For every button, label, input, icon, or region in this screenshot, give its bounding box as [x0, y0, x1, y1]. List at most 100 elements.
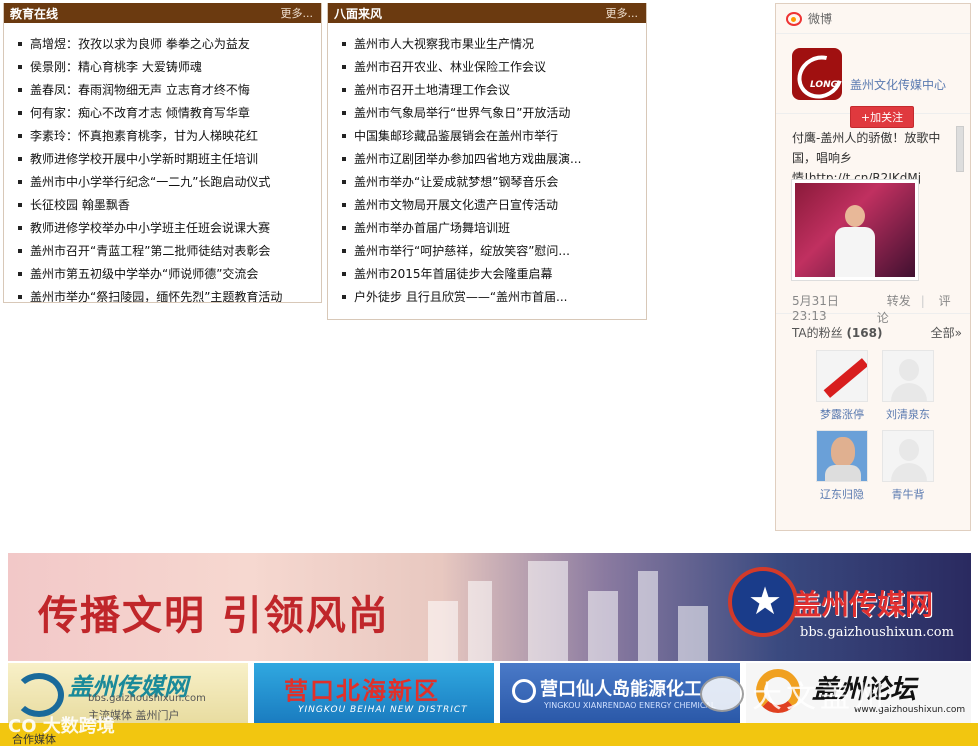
- avatar[interactable]: LONG: [792, 48, 842, 100]
- fan-item[interactable]: 梦露涨停: [814, 350, 870, 422]
- weibo-header-label: 微博: [808, 12, 833, 26]
- news-item[interactable]: 盖州市2015年首届徒步大会隆重启幕: [338, 263, 646, 286]
- edu-news-item[interactable]: 盖州市举办“祭扫陵园，缅怀先烈”主题教育活动: [14, 286, 321, 303]
- weibo-logo-icon: [786, 11, 802, 26]
- banner-slogan: 传播文明 引领风尚: [38, 592, 390, 639]
- news-item-text: 长征校园 翰墨飘香: [30, 198, 130, 212]
- edu-news-item[interactable]: 盖春凤：春雨润物细无声 立志育才终不悔: [14, 79, 321, 102]
- edu-news-item[interactable]: 何有家：痴心不改育才志 倾情教育写华章: [14, 102, 321, 125]
- bullet-icon: [342, 64, 346, 69]
- bullet-icon: [18, 271, 22, 276]
- edu-panel: 教育在线 更多... 高增煜：孜孜以求为良师 拳拳之心为益友 侯景刚：精心育桃李 …: [3, 3, 322, 303]
- weibo-post: 付鹰-盖州人的骄傲！放歌中国，唱响乡情!http://t.cn/R2JKdMj …: [776, 114, 970, 325]
- news-item-text: 盖州市举办首届广场舞培训班: [354, 221, 511, 235]
- edu-news-item[interactable]: 盖州市召开“青蓝工程”第二批师徒结对表彰会: [14, 240, 321, 263]
- news-item-text: 中国集邮珍藏品鉴展销会在盖州市举行: [354, 129, 559, 143]
- edu-news-item[interactable]: 盖州市中小学举行纪念“一二九”长跑启动仪式: [14, 171, 321, 194]
- news-item[interactable]: 盖州市人大视察我市果业生产情况: [338, 33, 646, 56]
- news-item[interactable]: 户外徒步 且行且欣赏——“盖州市首届...: [338, 286, 646, 309]
- post-image[interactable]: [791, 179, 919, 281]
- news-item[interactable]: 盖州市召开土地清理工作会议: [338, 79, 646, 102]
- weibo-header: 微博: [776, 4, 970, 34]
- weibo-profile: LONG 盖州文化传媒中心 +加关注: [776, 34, 970, 128]
- news-item[interactable]: 盖州市举办“让爱成就梦想”钢琴音乐会: [338, 171, 646, 194]
- news-item-text: 盖州市2015年首届徒步大会隆重启幕: [354, 267, 553, 281]
- edu-news-item[interactable]: 高增煜：孜孜以求为良师 拳拳之心为益友: [14, 33, 321, 56]
- edu-news-item[interactable]: 长征校园 翰墨飘香: [14, 194, 321, 217]
- post-time: 5月31日 23:13: [792, 294, 839, 323]
- partner-link-beihai[interactable]: 营口北海新区 YINGKOU BEIHAI NEW DISTRICT: [254, 663, 494, 723]
- news-item-text: 盖州市举办“让爱成就梦想”钢琴音乐会: [354, 175, 559, 189]
- bullet-icon: [342, 225, 346, 230]
- post-scrollbar[interactable]: [956, 126, 964, 172]
- partner-title: 营口仙人岛能源化工: [540, 679, 702, 700]
- news-panel-header: 八面来风 更多...: [328, 3, 646, 23]
- fans-label: TA的粉丝: [792, 325, 843, 340]
- fan-avatar: [816, 350, 868, 402]
- chat-bubble-icon: [700, 676, 744, 712]
- edu-news-item[interactable]: 侯景刚：精心育桃李 大爱铸师魂: [14, 56, 321, 79]
- partner-url: bbs.gaizhoushixun.com: [88, 693, 206, 704]
- singer-figure: [835, 205, 875, 277]
- fan-avatar: [882, 430, 934, 482]
- fan-item[interactable]: 辽东归隐: [814, 430, 870, 502]
- news-item[interactable]: 盖州市文物局开展文化遗产日宣传活动: [338, 194, 646, 217]
- bullet-icon: [18, 156, 22, 161]
- bullet-icon: [342, 87, 346, 92]
- news-item-text: 盖州市第五初级中学举办“师说师德”交流会: [30, 267, 259, 281]
- fans-count: (168): [846, 325, 883, 340]
- bullet-icon: [18, 179, 22, 184]
- news-item[interactable]: 盖州市气象局举行“世界气象日”开放活动: [338, 102, 646, 125]
- banner-brand: 盖州传媒网: [793, 588, 934, 621]
- bullet-icon: [18, 87, 22, 92]
- fan-name: 刘清泉东: [886, 408, 930, 421]
- fan-item[interactable]: 青牛背: [880, 430, 936, 502]
- edu-news-item[interactable]: 盖州市第五初级中学举办“师说师德”交流会: [14, 263, 321, 286]
- fan-name: 青牛背: [891, 488, 925, 501]
- media-banner[interactable]: 传播文明 引领风尚 盖州传媒网 bbs.gaizhoushixun.com: [8, 553, 971, 661]
- bullet-icon: [342, 133, 346, 138]
- edu-more-link[interactable]: 更多...: [281, 5, 314, 21]
- bullet-icon: [342, 110, 346, 115]
- news-item-text: 李素玲：怀真抱素育桃李，甘为人梯映花红: [30, 129, 259, 143]
- news-item-text: 盖州市举行“呵护慈祥，绽放笑容”慰问...: [354, 244, 570, 258]
- edu-news-item[interactable]: 李素玲：怀真抱素育桃李，甘为人梯映花红: [14, 125, 321, 148]
- edu-news-list: 高增煜：孜孜以求为良师 拳拳之心为益友 侯景刚：精心育桃李 大爱铸师魂 盖春凤：春雨…: [4, 23, 321, 303]
- news-item-text: 何有家：痴心不改育才志 倾情教育写华章: [30, 106, 250, 120]
- bullet-icon: [18, 294, 22, 299]
- news-list: 盖州市人大视察我市果业生产情况 盖州市召开农业、林业保险工作会议 盖州市召开土地清理…: [328, 23, 646, 309]
- news-item-text: 盖州市文物局开展文化遗产日宣传活动: [354, 198, 559, 212]
- bullet-icon: [18, 248, 22, 253]
- edu-panel-title: 教育在线: [10, 6, 59, 21]
- bullet-icon: [18, 225, 22, 230]
- post-meta: 5月31日 23:13 转发 | 评论: [792, 292, 962, 326]
- bullet-icon: [18, 202, 22, 207]
- news-more-link[interactable]: 更多...: [606, 5, 639, 21]
- partner-subtitle: YINGKOU BEIHAI NEW DISTRICT: [298, 705, 468, 715]
- edu-news-item[interactable]: 教师进修学校开展中小学新时期班主任培训: [14, 148, 321, 171]
- news-item[interactable]: 盖州市辽剧团举办参加四省地方戏曲展演...: [338, 148, 646, 171]
- bottom-watermark: CO 大数跨境: [8, 716, 115, 737]
- separator: |: [920, 294, 925, 308]
- news-item[interactable]: 盖州市举办首届广场舞培训班: [338, 217, 646, 240]
- star-logo-icon: [728, 567, 798, 637]
- fans-all-link[interactable]: 全部»: [931, 324, 962, 341]
- edu-news-item[interactable]: 教师进修学校举办中小学班主任班会说课大赛: [14, 217, 321, 240]
- avatar-text: LONG: [810, 80, 838, 90]
- news-item[interactable]: 中国集邮珍藏品鉴展销会在盖州市举行: [338, 125, 646, 148]
- repost-link[interactable]: 转发: [887, 294, 911, 308]
- news-item[interactable]: 盖州市举行“呵护慈祥，绽放笑容”慰问...: [338, 240, 646, 263]
- bullet-icon: [342, 248, 346, 253]
- footer-strip: [0, 723, 978, 746]
- bullet-icon: [342, 156, 346, 161]
- news-panel-title: 八面来风: [334, 6, 383, 21]
- weibo-widget: 微博 LONG 盖州文化传媒中心 +加关注 付鹰-盖州人的骄傲！放歌中国，唱响乡…: [775, 3, 971, 531]
- bullet-icon: [18, 110, 22, 115]
- swirl-logo-icon: [14, 673, 64, 717]
- fan-item[interactable]: 刘清泉东: [880, 350, 936, 422]
- account-name[interactable]: 盖州文化传媒中心: [850, 76, 946, 93]
- watermark-text: 大文盖州: [752, 680, 888, 715]
- news-item-text: 盖州市举办“祭扫陵园，缅怀先烈”主题教育活动: [30, 290, 283, 303]
- bullet-icon: [18, 133, 22, 138]
- news-item[interactable]: 盖州市召开农业、林业保险工作会议: [338, 56, 646, 79]
